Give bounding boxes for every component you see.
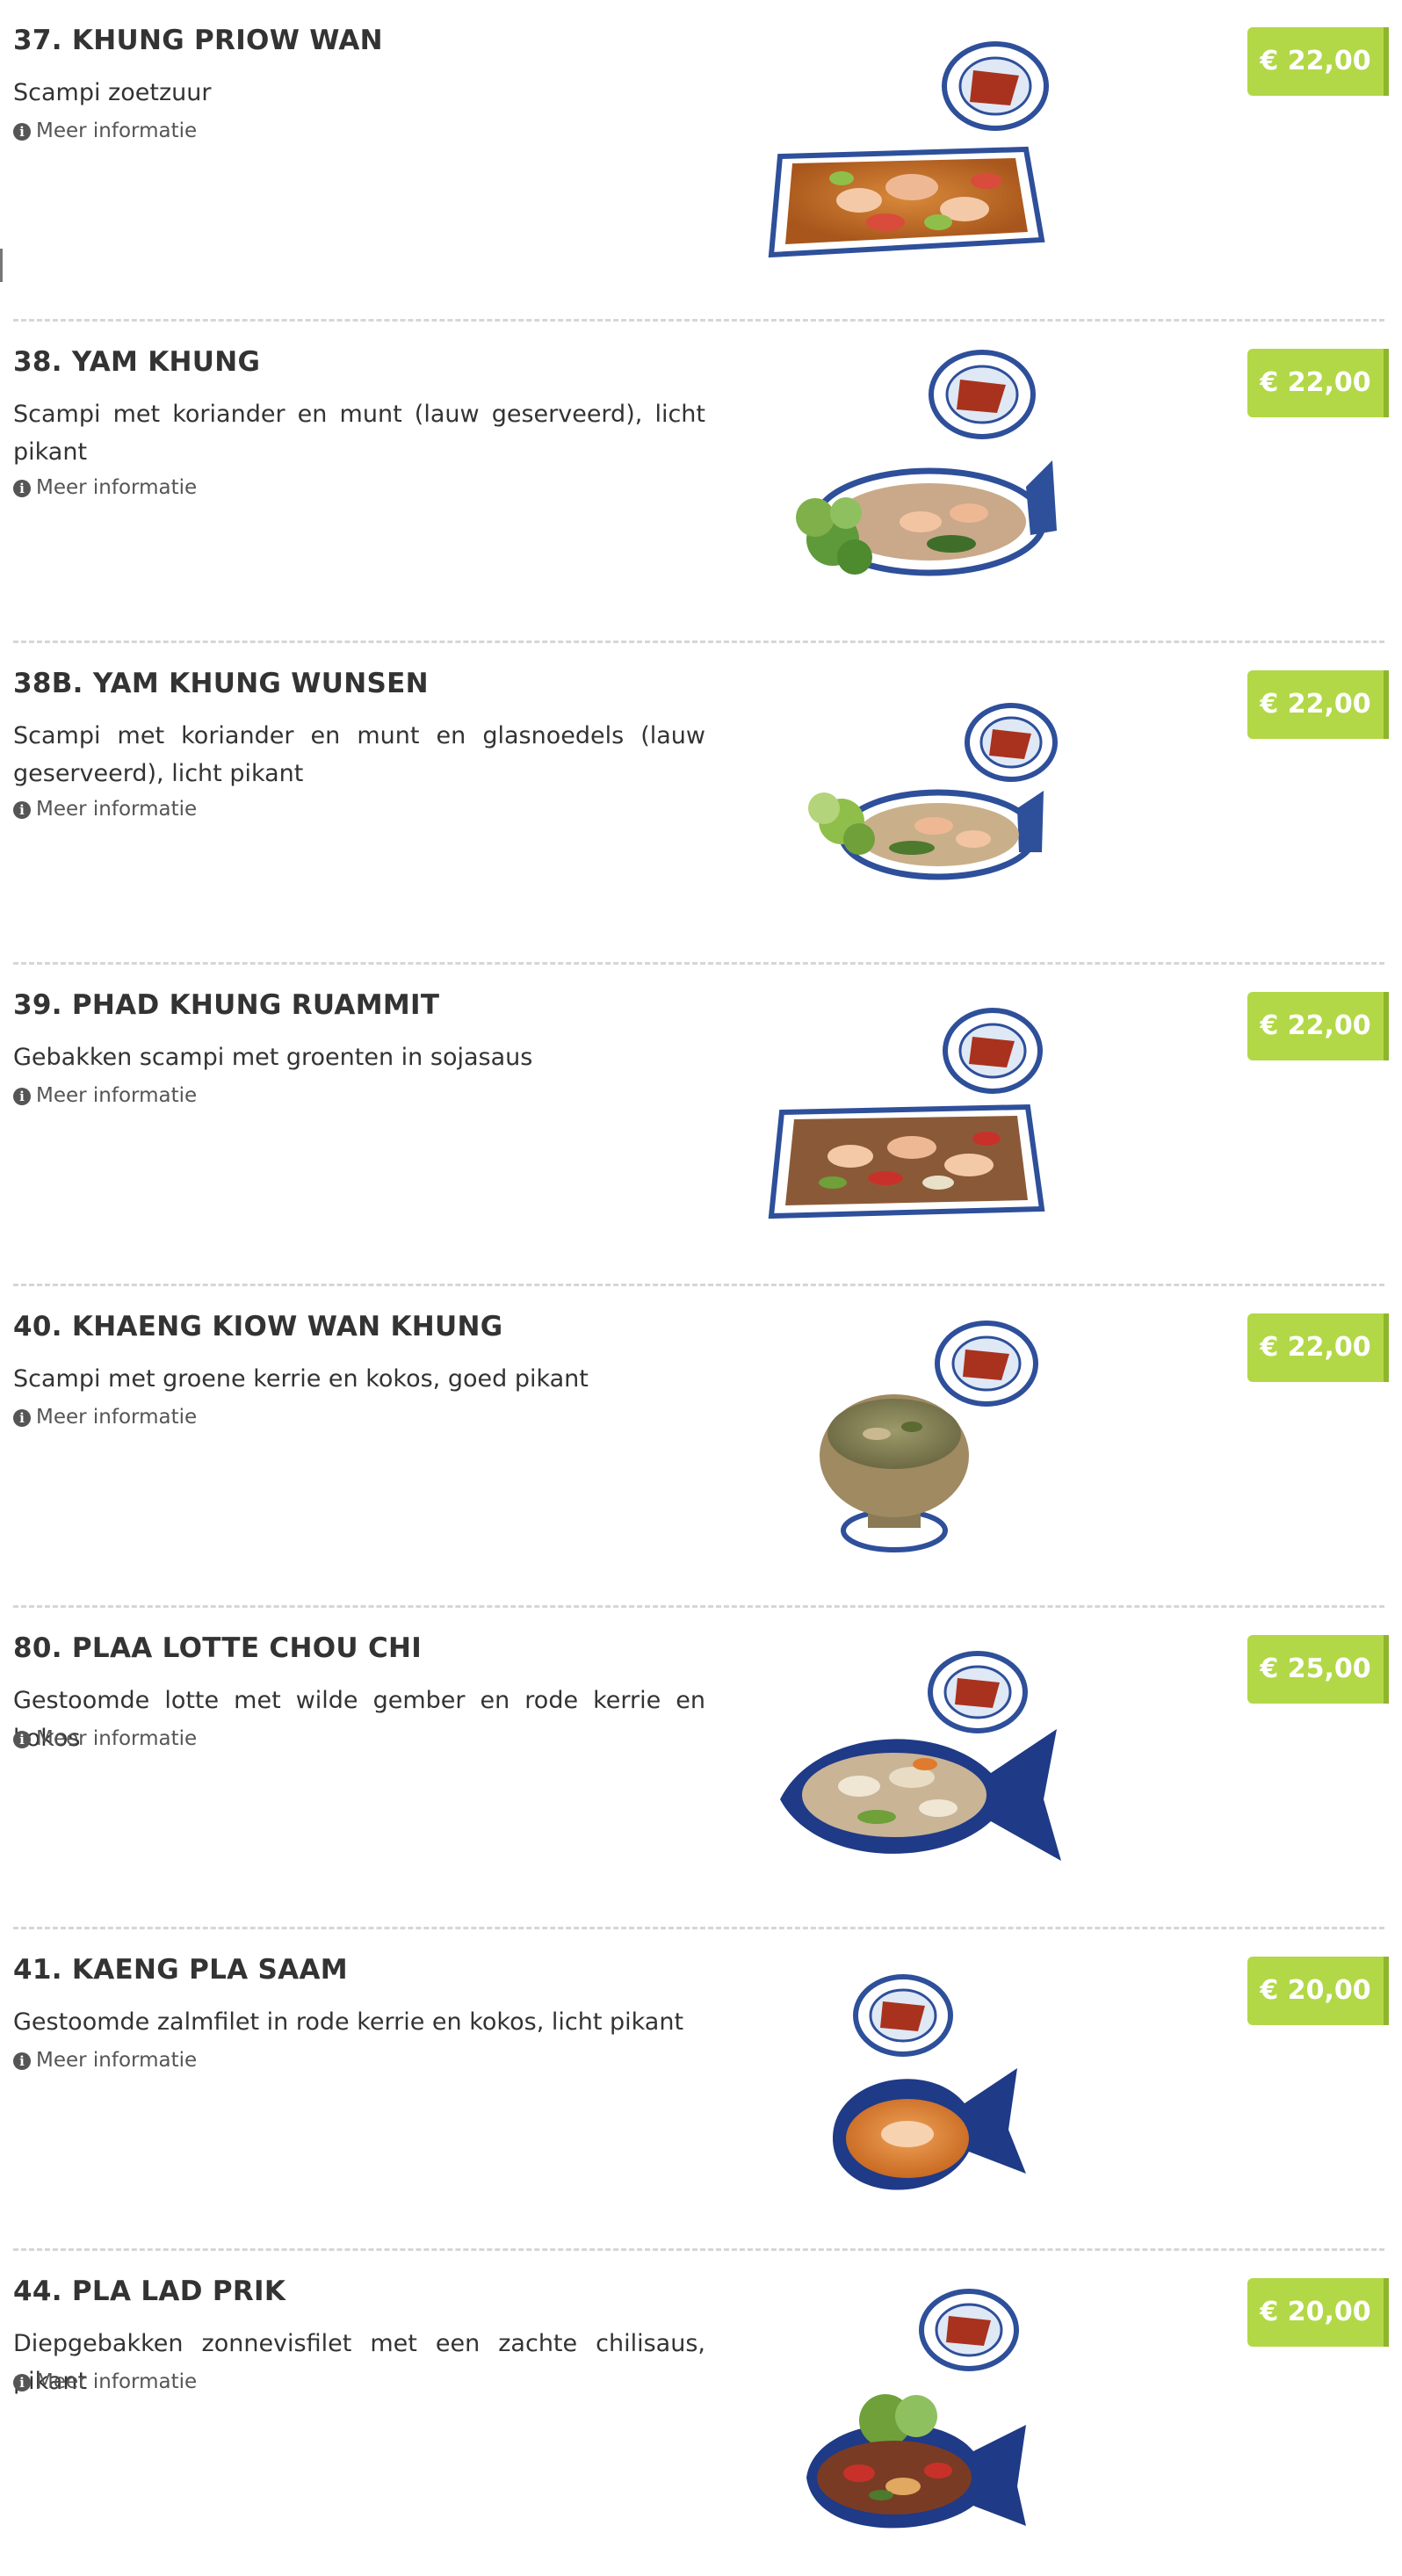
menu-item: 80. PLAA LOTTE CHOU CHI Gestoomde lotte … xyxy=(0,1608,1402,1929)
more-info-label: Meer informatie xyxy=(36,1406,198,1429)
more-info-label: Meer informatie xyxy=(36,1727,198,1750)
more-info-label: Meer informatie xyxy=(36,1084,198,1107)
price-button[interactable]: € 25,00 xyxy=(1247,1635,1389,1704)
info-icon: i xyxy=(13,2374,31,2391)
more-info-link[interactable]: i Meer informatie xyxy=(13,798,197,821)
dish-description: Scampi met koriander en munt (lauw geser… xyxy=(13,401,705,466)
dish-description: Scampi met koriander en munt en glasnoed… xyxy=(13,722,705,787)
price-button[interactable]: € 20,00 xyxy=(1247,2278,1389,2347)
price-button[interactable]: € 22,00 xyxy=(1247,349,1389,417)
info-icon: i xyxy=(13,480,31,497)
dish-description: Gebakken scampi met groenten in sojasaus xyxy=(13,1044,533,1071)
info-icon: i xyxy=(13,1088,31,1105)
dish-photo xyxy=(768,1008,1045,1219)
info-icon: i xyxy=(13,123,31,141)
menu-item: 41. KAENG PLA SAAM Gestoomde zalmfilet i… xyxy=(0,1929,1402,2251)
menu-item: 38. YAM KHUNG Scampi met koriander en mu… xyxy=(0,322,1402,643)
dish-photo xyxy=(768,41,1049,258)
more-info-link[interactable]: i Meer informatie xyxy=(13,119,197,142)
dish-title: 41. KAENG PLA SAAM xyxy=(13,1954,348,1986)
dish-photo xyxy=(796,350,1057,576)
more-info-label: Meer informatie xyxy=(36,476,198,499)
info-icon: i xyxy=(13,1731,31,1748)
more-info-label: Meer informatie xyxy=(36,119,198,142)
price-button[interactable]: € 22,00 xyxy=(1247,27,1389,96)
price-button[interactable]: € 22,00 xyxy=(1247,1313,1389,1382)
dish-title: 38B. YAM KHUNG WUNSEN xyxy=(13,668,429,699)
dish-photo xyxy=(780,1651,1061,1861)
dish-title: 44. PLA LAD PRIK xyxy=(13,2276,286,2307)
more-info-link[interactable]: i Meer informatie xyxy=(13,476,197,499)
dish-description: Gestoomde zalmfilet in rode kerrie en ko… xyxy=(13,2008,684,2036)
dish-photo xyxy=(833,1974,1026,2190)
price-button[interactable]: € 22,00 xyxy=(1247,670,1389,739)
more-info-link[interactable]: i Meer informatie xyxy=(13,1084,197,1107)
menu-item: 44. PLA LAD PRIK Diepgebakken zonnevisfi… xyxy=(0,2251,1402,2572)
price-button[interactable]: € 20,00 xyxy=(1247,1957,1389,2025)
more-info-label: Meer informatie xyxy=(36,2370,198,2393)
price-button[interactable]: € 22,00 xyxy=(1247,992,1389,1060)
more-info-link[interactable]: i Meer informatie xyxy=(13,2049,197,2072)
menu-item: 37. KHUNG PRIOW WAN Scampi zoetzuur i Mee… xyxy=(0,0,1402,322)
scroll-marker xyxy=(0,249,3,282)
dish-title: 39. PHAD KHUNG RUAMMIT xyxy=(13,989,440,1021)
info-icon: i xyxy=(13,2052,31,2070)
info-icon: i xyxy=(13,1409,31,1427)
dish-title: 80. PLAA LOTTE CHOU CHI xyxy=(13,1632,423,1664)
dish-description: Scampi zoetzuur xyxy=(13,79,212,106)
dish-title: 37. KHUNG PRIOW WAN xyxy=(13,25,383,56)
dish-description: Scampi met groene kerrie en kokos, goed … xyxy=(13,1365,589,1393)
info-icon: i xyxy=(13,801,31,819)
more-info-label: Meer informatie xyxy=(36,2049,198,2072)
menu-item: 38B. YAM KHUNG WUNSEN Scampi met koriand… xyxy=(0,643,1402,965)
dish-title: 40. KHAENG KIOW WAN KHUNG xyxy=(13,1311,503,1342)
more-info-link[interactable]: i Meer informatie xyxy=(13,1727,197,1750)
dish-title: 38. YAM KHUNG xyxy=(13,346,261,378)
dish-photo xyxy=(820,1321,1038,1552)
dish-photo xyxy=(808,703,1058,880)
more-info-link[interactable]: i Meer informatie xyxy=(13,2370,197,2393)
menu-item: 40. KHAENG KIOW WAN KHUNG Scampi met gro… xyxy=(0,1286,1402,1608)
more-info-link[interactable]: i Meer informatie xyxy=(13,1406,197,1429)
dish-photo xyxy=(806,2289,1026,2529)
menu-item: 39. PHAD KHUNG RUAMMIT Gebakken scampi m… xyxy=(0,965,1402,1286)
more-info-label: Meer informatie xyxy=(36,798,198,821)
